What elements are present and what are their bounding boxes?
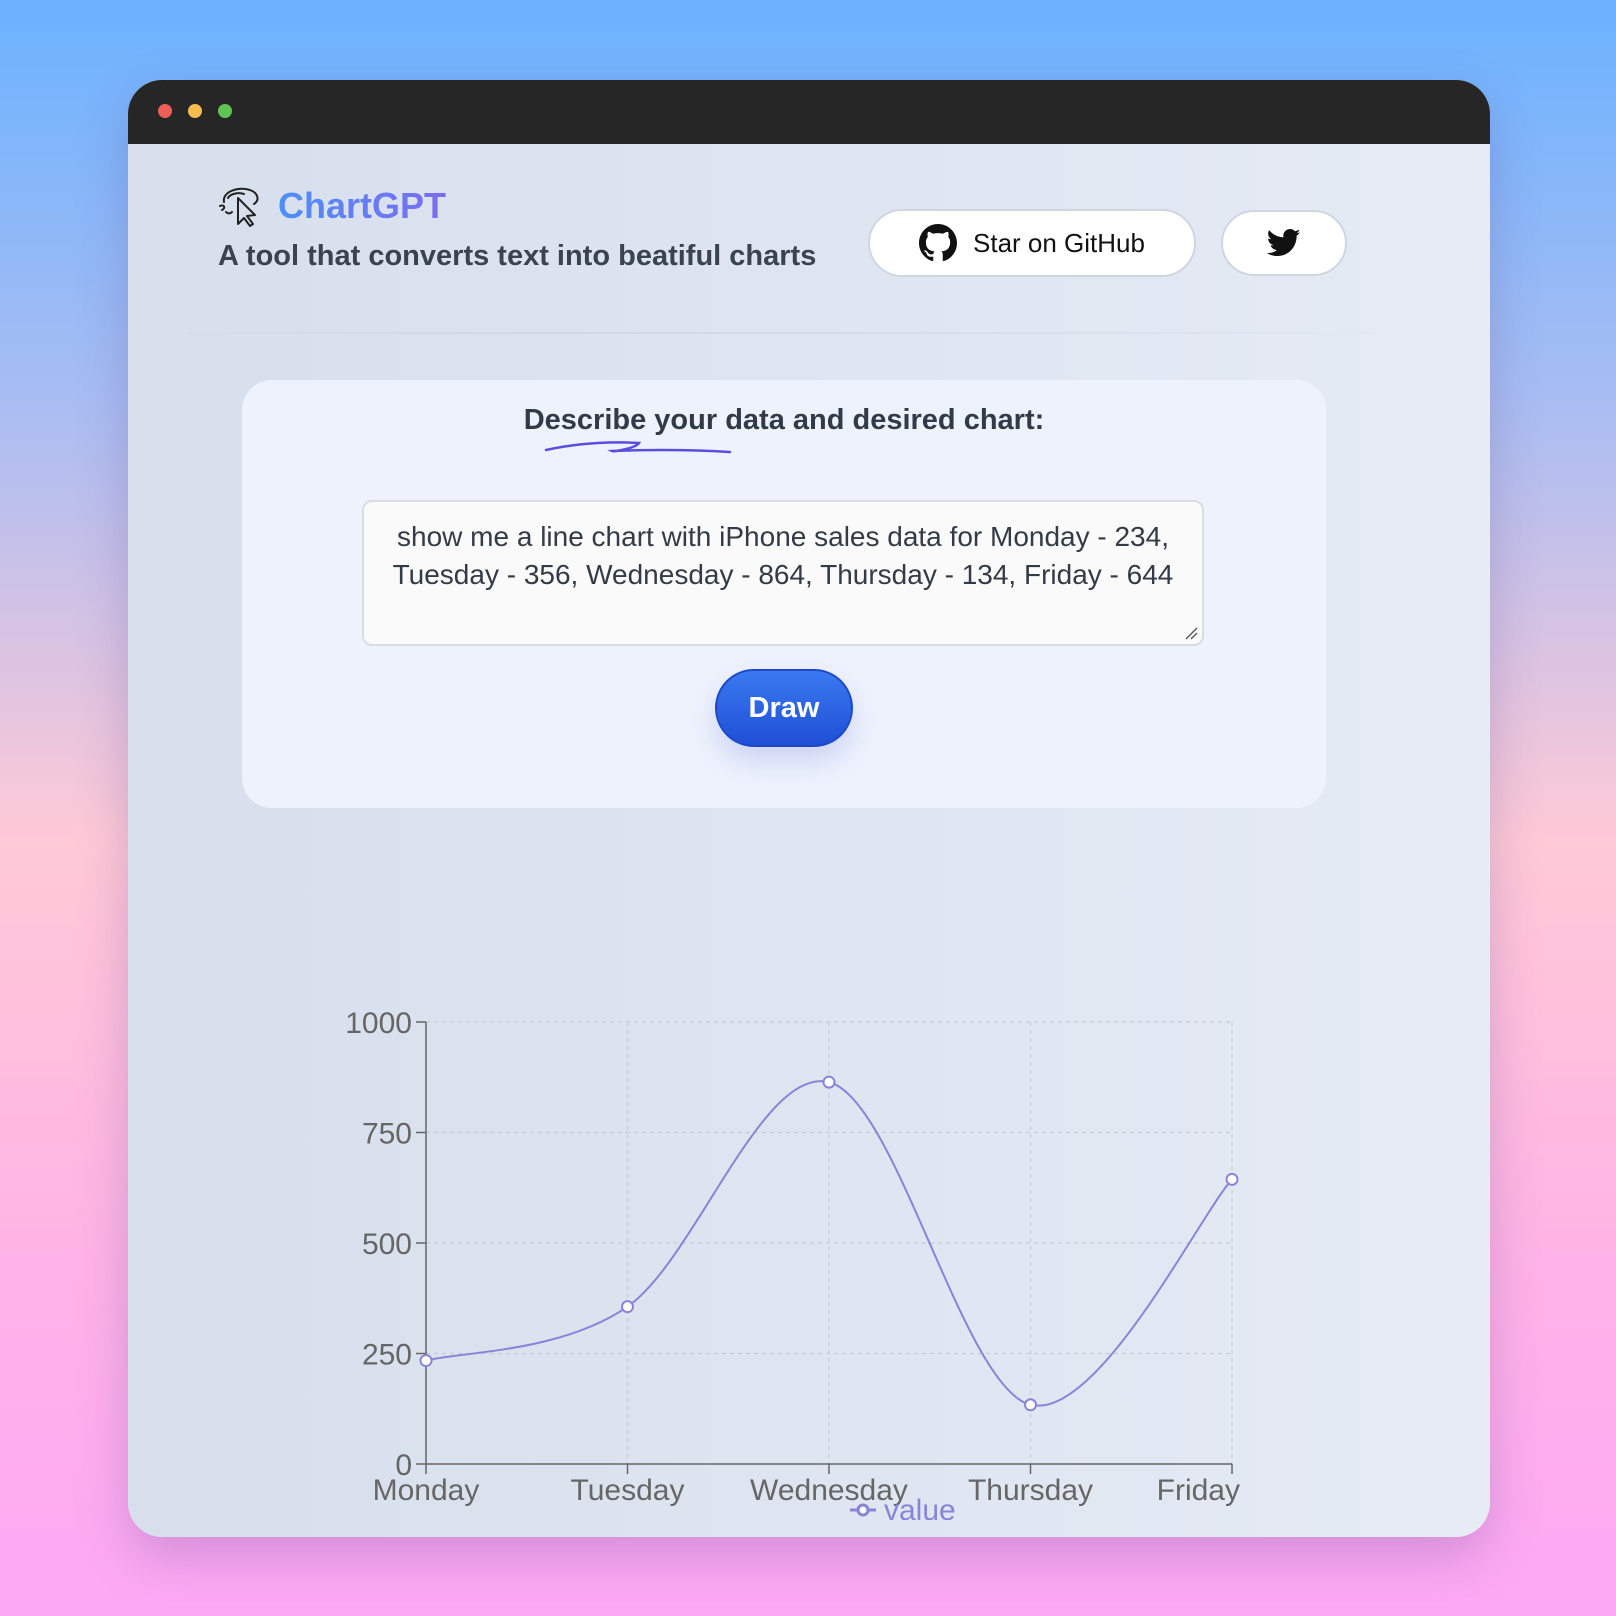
header-divider: [188, 332, 1380, 334]
data-point: [1225, 1172, 1239, 1186]
github-icon: [919, 224, 957, 262]
data-point: [419, 1354, 433, 1368]
brand-title[interactable]: ChartGPT: [278, 184, 446, 228]
maximize-window-button[interactable]: [218, 104, 232, 118]
underline-squiggle: [544, 441, 732, 454]
logo-icon: [219, 187, 259, 227]
legend-swatch-dot: [856, 1503, 870, 1517]
prompt-label: Describe your data and desired chart:: [523, 404, 1045, 436]
x-tick-label: Monday: [373, 1474, 480, 1507]
x-tick-label: Tuesday: [571, 1474, 685, 1507]
tagline: A tool that converts text into beatiful …: [218, 240, 817, 272]
y-tick-label: 750: [362, 1118, 412, 1151]
y-tick-label: 500: [362, 1228, 412, 1261]
close-window-button[interactable]: [158, 104, 172, 118]
y-tick-label: 250: [362, 1339, 412, 1372]
resize-grip-icon[interactable]: [1184, 626, 1198, 640]
data-point: [822, 1075, 836, 1089]
window-titlebar: [128, 80, 1490, 144]
prompt-card: Describe your data and desired chart: sh…: [242, 380, 1326, 808]
app-window: ChartGPT A tool that converts text into …: [128, 80, 1490, 1537]
prompt-textarea[interactable]: show me a line chart with iPhone sales d…: [362, 500, 1204, 646]
prompt-text: show me a line chart with iPhone sales d…: [392, 521, 1174, 590]
twitter-button[interactable]: [1221, 210, 1347, 276]
x-tick-label: Friday: [1157, 1474, 1240, 1507]
star-on-github-button[interactable]: Star on GitHub: [868, 209, 1196, 277]
x-tick-label: Thursday: [968, 1474, 1093, 1507]
y-tick-label: 1000: [345, 1007, 412, 1040]
twitter-icon: [1267, 228, 1301, 257]
draw-button[interactable]: Draw: [715, 669, 853, 747]
line-chart: 02505007501000Monday Tuesday Wednesday Thur…: [345, 1007, 1240, 1520]
github-button-label: Star on GitHub: [973, 227, 1145, 258]
minimize-window-button[interactable]: [188, 104, 202, 118]
data-point: [621, 1300, 634, 1314]
data-point: [1024, 1398, 1037, 1412]
legend-label: value: [884, 1494, 956, 1520]
